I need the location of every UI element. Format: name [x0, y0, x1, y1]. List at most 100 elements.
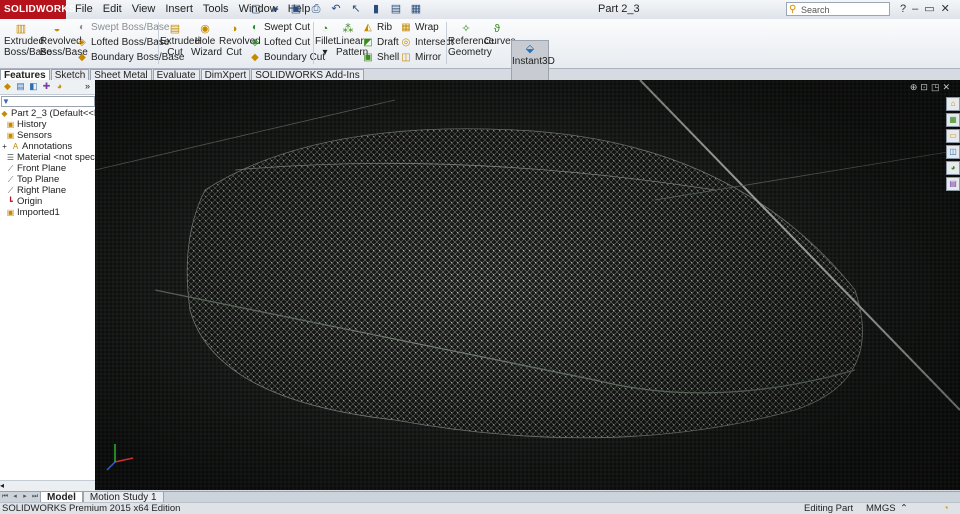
filter-icon: ▼ — [2, 97, 10, 106]
tab-features[interactable]: Features — [0, 69, 50, 81]
tab-evaluate[interactable]: Evaluate — [152, 69, 200, 81]
tree-item-history[interactable]: ▣ History — [0, 119, 95, 130]
first-tab-icon[interactable]: ⏮ — [0, 492, 10, 502]
feature-tree-scrollbar[interactable]: ◂ — [0, 480, 95, 491]
print-icon[interactable]: ⎙ — [308, 2, 324, 16]
linear-pattern-button[interactable]: ⁂ Linear Pattern — [336, 23, 368, 58]
boundary-cut-icon: ◆ — [251, 52, 259, 63]
expand-plus-icon[interactable]: + — [0, 142, 9, 151]
units-dropdown-icon[interactable]: ⌃ — [900, 503, 908, 514]
feature-tree: ◆ Part 2_3 (Default<<Defa ▣ History ▣ Se… — [0, 108, 95, 218]
reference-geometry-button[interactable]: ✧ Reference Geometry — [448, 23, 494, 58]
hole-wizard-button[interactable]: ◉ Hole Wizard — [191, 23, 222, 58]
viewport-vignette — [95, 80, 960, 490]
display-manager-icon[interactable]: ◕ — [54, 81, 65, 92]
rib-button[interactable]: ◭ Rib — [362, 21, 392, 34]
resources-icon[interactable]: ⌂ — [946, 97, 960, 111]
menu-file[interactable]: File — [70, 0, 98, 19]
close-icon[interactable]: ✕ — [941, 0, 950, 19]
curves-button[interactable]: ϑ Curves — [484, 23, 516, 47]
tree-item-annotations[interactable]: + A Annotations — [0, 141, 95, 152]
lofted-cut-button[interactable]: ◈ Lofted Cut — [249, 36, 310, 49]
open-folder-icon[interactable]: ▸ — [268, 2, 284, 16]
tree-filter-input[interactable]: ▼ — [1, 96, 95, 107]
swept-cut-button[interactable]: ◐ Swept Cut — [249, 21, 310, 34]
shell-icon: ▣ — [363, 52, 373, 63]
feature-tree-icon[interactable]: ◆ — [2, 81, 13, 92]
fillet-button[interactable]: ◔ Fillet ▾ — [315, 23, 336, 58]
extruded-cut-icon: ▤ — [169, 23, 181, 35]
file-properties-icon[interactable]: ▤ — [388, 2, 404, 16]
rebuild-status-icon[interactable]: ◔ — [943, 503, 949, 514]
instant3d-button[interactable]: ⬙ Instant3D — [511, 40, 555, 83]
options-icon[interactable]: ▦ — [408, 2, 424, 16]
material-icon: ☰ — [6, 153, 15, 162]
shell-button[interactable]: ▣ Shell — [362, 51, 399, 64]
help-icon[interactable]: ? — [900, 0, 906, 19]
dimxpert-manager-icon[interactable]: ✚ — [41, 81, 52, 92]
last-tab-icon[interactable]: ⏭ — [30, 492, 40, 502]
tree-root-part[interactable]: ◆ Part 2_3 (Default<<Defa — [0, 108, 95, 119]
menu-tools[interactable]: Tools — [198, 0, 234, 19]
swept-boss-button[interactable]: ◐ Swept Boss/Base — [76, 21, 169, 34]
appearances-icon[interactable]: ◕ — [946, 161, 960, 175]
tab-sketch[interactable]: Sketch — [50, 69, 90, 81]
task-pane-tabs: ⌂ ▦ ▭ ◫ ◕ ▤ — [946, 97, 960, 191]
view-orientation-icon[interactable]: ◳ — [931, 82, 940, 93]
design-library-icon[interactable]: ▦ — [946, 113, 960, 127]
zoom-area-icon[interactable]: ⊡ — [920, 82, 928, 93]
undo-icon[interactable]: ↶ — [328, 2, 344, 16]
tree-item-front-plane[interactable]: ⟋ Front Plane — [0, 163, 95, 174]
maximize-icon[interactable]: ▭ — [924, 0, 934, 19]
select-arrow-icon[interactable]: ↖ — [348, 2, 364, 16]
save-icon[interactable]: ▣ — [288, 2, 304, 16]
mirror-button[interactable]: ◫ Mirror — [400, 51, 441, 64]
tab-sheet-metal[interactable]: Sheet Metal — [90, 69, 152, 81]
plane-icon: ⟋ — [7, 164, 14, 173]
tab-dimxpert[interactable]: DimXpert — [200, 69, 251, 81]
configuration-manager-icon[interactable]: ◧ — [28, 81, 39, 92]
revolved-cut-button[interactable]: ◑ Revolved Cut — [219, 23, 261, 58]
file-explorer-icon[interactable]: ▭ — [946, 129, 960, 143]
menu-view[interactable]: View — [127, 0, 161, 19]
ribbon-separator — [313, 22, 314, 64]
units-selector[interactable]: MMGS — [866, 503, 896, 514]
next-tab-icon[interactable]: ▸ — [20, 492, 30, 502]
tree-item-material[interactable]: ☰ Material <not specifie — [0, 152, 95, 163]
new-document-icon[interactable]: ▢ — [248, 2, 264, 16]
menu-insert[interactable]: Insert — [160, 0, 198, 19]
menu-edit[interactable]: Edit — [98, 0, 127, 19]
solidworks-logo[interactable]: SOLIDWORKS — [0, 0, 76, 19]
wrap-button[interactable]: ▦ Wrap — [400, 21, 438, 34]
tree-item-imported1[interactable]: ▣ Imported1 — [0, 207, 95, 218]
prev-tab-icon[interactable]: ◂ — [10, 492, 20, 502]
tree-item-sensors[interactable]: ▣ Sensors — [0, 130, 95, 141]
rebuild-icon[interactable]: ▮ — [368, 2, 384, 16]
origin-icon: ┗ — [8, 197, 13, 206]
draft-button[interactable]: ◩ Draft — [362, 36, 398, 49]
revolved-boss-button[interactable]: ◒ Revolved Boss/Base — [40, 23, 88, 58]
extruded-cut-button[interactable]: ▤ Extruded Cut — [160, 23, 200, 58]
window-title: Part 2_3 — [598, 3, 640, 15]
fillet-dropdown-icon[interactable]: ▾ — [322, 47, 327, 58]
property-manager-icon[interactable]: ▤ — [15, 81, 26, 92]
viewport-close-icon[interactable]: ✕ — [942, 82, 950, 93]
lofted-boss-button[interactable]: ◈ Lofted Boss/Base — [76, 36, 169, 49]
search-help-input[interactable]: ⚲ Search SOLIDWORKS Help — [786, 2, 890, 29]
title-bar: SOLIDWORKS File Edit View Insert Tools W… — [0, 0, 960, 29]
tab-addins[interactable]: SOLIDWORKS Add-Ins — [251, 69, 364, 81]
extruded-boss-button[interactable]: ▥ Extruded Boss/Base — [4, 23, 52, 58]
scroll-left-icon[interactable]: ◂ — [0, 481, 4, 490]
zoom-to-fit-icon[interactable]: ⊕ — [910, 82, 918, 93]
graphics-viewport[interactable]: ⊕ ⊡ ◳ ✕ — [95, 80, 960, 490]
custom-properties-icon[interactable]: ▤ — [946, 177, 960, 191]
annotations-icon: A — [12, 142, 19, 151]
search-icon: ⚲ — [789, 4, 797, 15]
view-palette-icon[interactable]: ◫ — [946, 145, 960, 159]
minimize-icon[interactable]: – — [912, 0, 918, 19]
tree-item-top-plane[interactable]: ⟋ Top Plane — [0, 174, 95, 185]
expand-panel-icon[interactable]: » — [82, 81, 93, 92]
linear-pattern-icon: ⁂ — [342, 23, 354, 35]
tree-item-origin[interactable]: ┗ Origin — [0, 196, 95, 207]
tree-item-right-plane[interactable]: ⟋ Right Plane — [0, 185, 95, 196]
